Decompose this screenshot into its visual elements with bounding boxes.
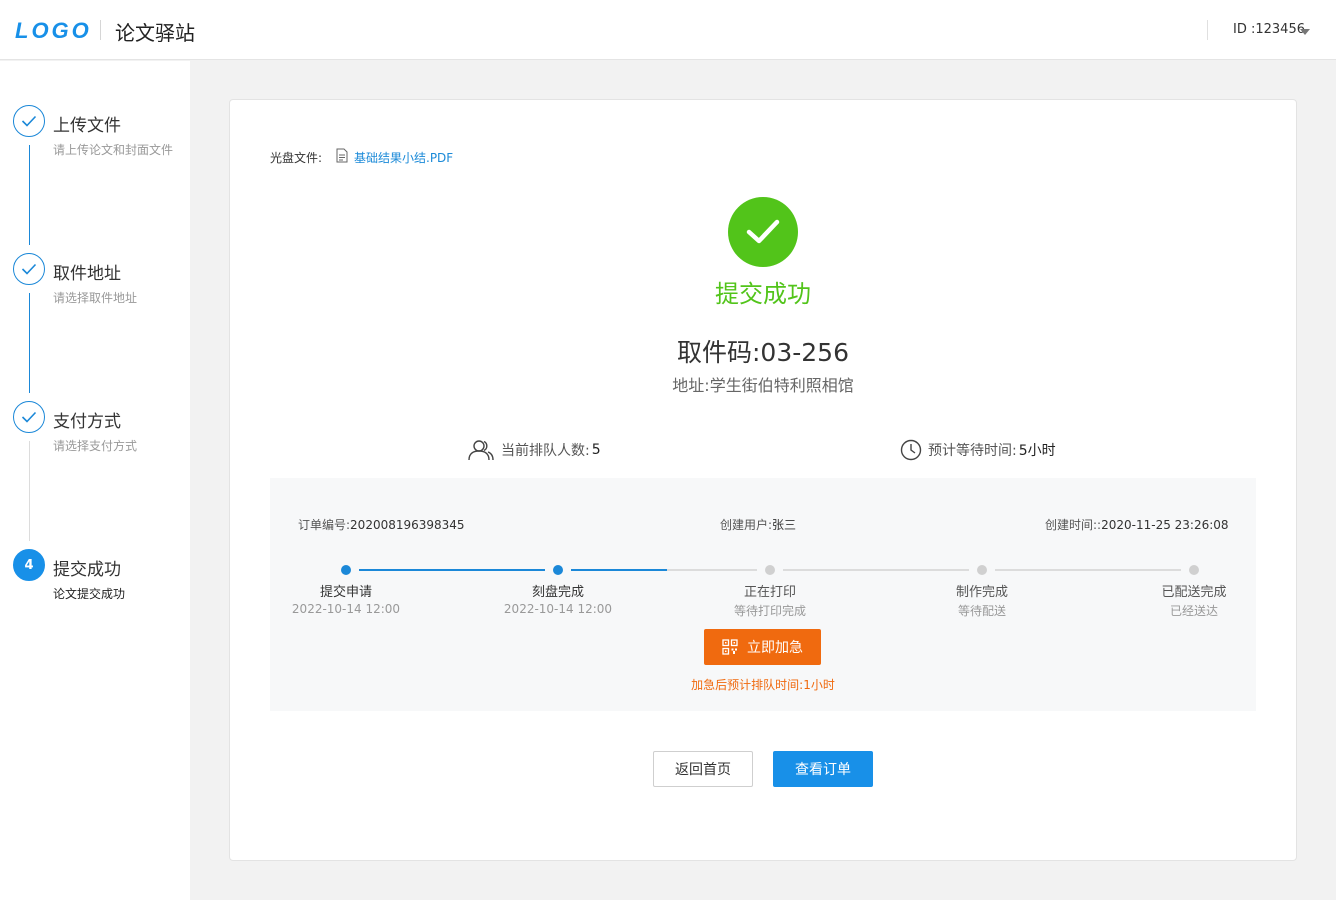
progress-sub-made: 等待配送 [957, 604, 1006, 618]
progress-time-submit: 2022-10-14 12:00 [291, 602, 401, 616]
order-creator-value: 张三 [772, 518, 797, 532]
success-message: 提交成功 [715, 280, 811, 308]
step-connector [29, 145, 30, 245]
order-panel: 订单编号:202008196398345 创建用户:张三 创建时间::2020-… [270, 478, 1256, 711]
progress-track-pending [995, 569, 1181, 571]
progress-node-made [977, 565, 987, 575]
check-icon [13, 105, 45, 137]
progress-node-submit [341, 565, 351, 575]
progress-node-print [765, 565, 775, 575]
progress-track-done [359, 569, 545, 571]
step-address-subtitle: 请选择取件地址 [53, 291, 138, 305]
check-icon [13, 253, 45, 285]
step-connector [29, 441, 30, 541]
wait-value: 5小时 [1018, 443, 1056, 459]
disc-file-label: 光盘文件: [270, 151, 323, 165]
pickup-address: 地址:学生街伯特利照相馆 [672, 376, 854, 395]
check-icon [13, 401, 45, 433]
progress-track-pending [667, 569, 757, 571]
order-number-label: 订单编号: [298, 518, 351, 532]
progress-time-burn: 2022-10-14 12:00 [503, 602, 613, 616]
order-created-time: 创建时间::2020-11-25 23:26:08 [1045, 516, 1229, 533]
view-order-button[interactable]: 查看订单 [773, 751, 873, 787]
order-number: 订单编号:202008196398345 [298, 516, 465, 533]
progress-sub-delivered: 已经送达 [1169, 604, 1218, 618]
qr-code-icon [722, 639, 747, 655]
rush-button-label: 立即加急 [747, 640, 803, 656]
step-success-subtitle: 论文提交成功 [53, 587, 126, 601]
progress-sub-print: 等待打印完成 [733, 604, 806, 618]
step-connector [29, 293, 30, 393]
order-created-value: 2020-11-25 23:26:08 [1101, 518, 1229, 532]
step-number-badge: 4 [13, 549, 45, 581]
step-success-title: 提交成功 [53, 560, 121, 580]
file-icon [336, 148, 348, 167]
clock-icon [900, 439, 922, 461]
progress-label-print: 正在打印 [743, 585, 796, 600]
wait-time: 预计等待时间: 5小时 [900, 439, 1056, 461]
user-divider [1207, 20, 1208, 40]
rush-button[interactable]: 立即加急 [704, 629, 821, 665]
user-id-menu[interactable]: ID :123456 [1233, 22, 1305, 37]
step-upload-title: 上传文件 [53, 116, 121, 136]
progress-node-delivered [1189, 565, 1199, 575]
top-header: LOGO 论文驿站 ID :123456 [0, 0, 1336, 60]
back-home-button[interactable]: 返回首页 [653, 751, 753, 787]
success-check-icon [728, 197, 798, 267]
sidebar-stepper: 上传文件 请上传论文和封面文件 取件地址 请选择取件地址 支付方式 请选择支付方… [0, 61, 190, 900]
progress-label-delivered: 已配送完成 [1161, 585, 1227, 600]
order-created-label: 创建时间:: [1045, 518, 1102, 532]
users-icon [467, 439, 495, 461]
pickup-code: 取件码:03-256 [677, 338, 849, 367]
rush-note: 加急后预计排队时间:1小时 [691, 678, 835, 692]
step-address-title: 取件地址 [53, 264, 121, 284]
progress-label-submit: 提交申请 [319, 585, 372, 600]
progress-track-done [571, 569, 667, 571]
progress-label-made: 制作完成 [955, 585, 1008, 600]
progress-track-pending [783, 569, 969, 571]
header-divider [100, 20, 101, 40]
queue-value: 5 [591, 442, 601, 458]
order-creator: 创建用户:张三 [720, 516, 796, 533]
site-title: 论文驿站 [115, 21, 195, 45]
queue-count: 当前排队人数: 5 [467, 439, 601, 461]
logo[interactable]: LOGO [15, 18, 92, 44]
progress-label-burn: 刻盘完成 [531, 585, 584, 600]
order-creator-label: 创建用户: [720, 518, 773, 532]
step-payment-title: 支付方式 [53, 412, 121, 432]
progress-node-burn [553, 565, 563, 575]
result-card: 光盘文件: 基础结果小结.PDF 提交成功 取件码:03-256 地址:学生街伯… [229, 99, 1297, 861]
step-upload-subtitle: 请上传论文和封面文件 [53, 143, 174, 157]
wait-label: 预计等待时间: [928, 443, 1017, 459]
chevron-down-icon[interactable] [1300, 29, 1310, 35]
step-payment-subtitle: 请选择支付方式 [53, 439, 138, 453]
queue-label: 当前排队人数: [501, 443, 590, 459]
order-number-value: 202008196398345 [350, 518, 465, 532]
disc-file-link[interactable]: 基础结果小结.PDF [354, 149, 453, 166]
